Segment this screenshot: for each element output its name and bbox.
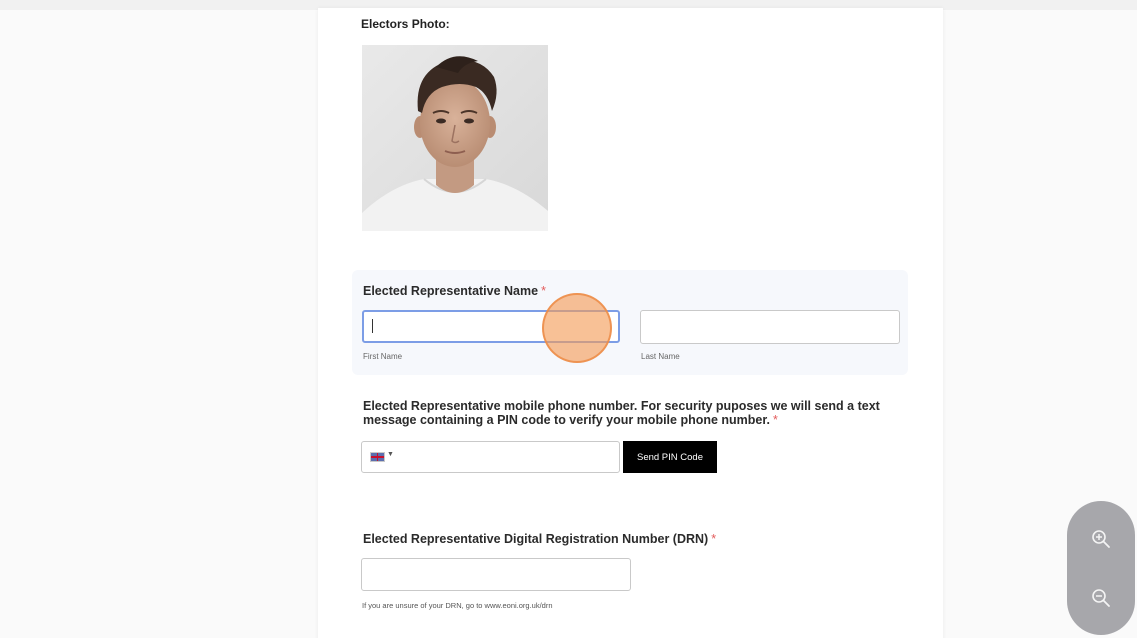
zoom-controls: [1067, 501, 1135, 635]
zoom-out-button[interactable]: [1067, 564, 1135, 631]
drn-input[interactable]: [361, 558, 631, 591]
required-mark: *: [711, 532, 717, 546]
zoom-out-icon: [1092, 588, 1110, 607]
drn-title: Elected Representative Digital Registrat…: [363, 532, 716, 547]
drn-helper-text: If you are unsure of your DRN, go to www…: [362, 601, 553, 610]
click-highlight: [542, 293, 612, 363]
last-name-sublabel: Last Name: [641, 352, 680, 361]
send-pin-button[interactable]: Send PIN Code: [623, 441, 717, 473]
photo-label: Electors Photo:: [361, 17, 450, 31]
portrait-image: [362, 45, 548, 231]
page: Electors Photo: Elected Representative N…: [0, 0, 1137, 638]
first-name-sublabel: First Name: [363, 352, 403, 361]
chevron-down-icon[interactable]: ▼: [387, 451, 394, 458]
phone-title-text: Elected Representative mobile phone numb…: [363, 399, 880, 427]
zoom-in-button[interactable]: [1067, 505, 1135, 572]
elector-photo: [362, 45, 548, 231]
zoom-in-icon: [1092, 529, 1110, 548]
name-title: Elected Representative Name *: [363, 284, 546, 299]
required-mark: *: [773, 413, 778, 427]
drn-title-text: Elected Representative Digital Registrat…: [363, 532, 709, 546]
text-caret: [372, 319, 373, 333]
uk-flag-icon[interactable]: [370, 452, 385, 462]
last-name-input[interactable]: [640, 310, 900, 344]
phone-input[interactable]: ▼: [361, 441, 620, 473]
required-mark: *: [541, 284, 546, 298]
phone-title: Elected Representative mobile phone numb…: [363, 399, 893, 427]
name-title-text: Elected Representative Name: [363, 284, 539, 298]
